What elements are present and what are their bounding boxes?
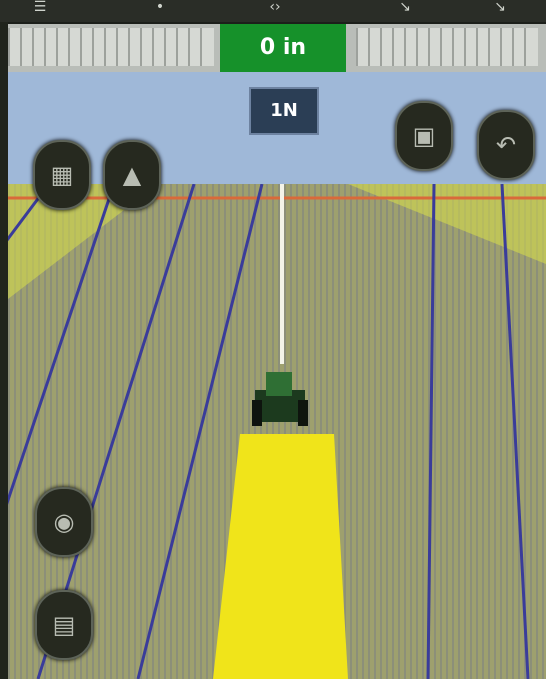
settings-panel-button[interactable]: ▤: [35, 590, 93, 660]
zoom-out-icon[interactable]: ↘: [385, 0, 425, 18]
lightbar-segment: [200, 28, 214, 66]
turn-icon: ↶: [495, 131, 517, 159]
offset-indicator: 0 in: [220, 24, 346, 72]
tractor-view-button[interactable]: ▲: [103, 140, 161, 210]
tractor-view-icon: ▲: [122, 161, 142, 189]
lightbar-segment: [524, 28, 538, 66]
swath-number-badge: 1N: [249, 87, 319, 135]
zoom-in-icon[interactable]: ↘: [480, 0, 520, 18]
screen-border: [0, 22, 8, 679]
settings-panel-icon: ▤: [52, 611, 76, 639]
guidance-screen: ☰ • ‹› ↘ ↘ 0 in 1N ▦ ▲ ▣ ↶ ◉ ▤: [0, 0, 546, 679]
layers-icon: ▦: [50, 161, 74, 189]
status-bar: ☰ • ‹› ↘ ↘: [0, 0, 546, 22]
recenter-icon: ◉: [53, 508, 75, 536]
camera-view-button[interactable]: ▣: [395, 101, 453, 171]
layers-button[interactable]: ▦: [33, 140, 91, 210]
menu-icon[interactable]: ☰: [20, 0, 60, 18]
recenter-button[interactable]: ◉: [35, 487, 93, 557]
signal-icon: •: [155, 0, 165, 15]
turn-button[interactable]: ↶: [477, 110, 535, 180]
camera-view-icon: ▣: [412, 122, 436, 150]
gps-icon[interactable]: ‹›: [255, 0, 295, 18]
